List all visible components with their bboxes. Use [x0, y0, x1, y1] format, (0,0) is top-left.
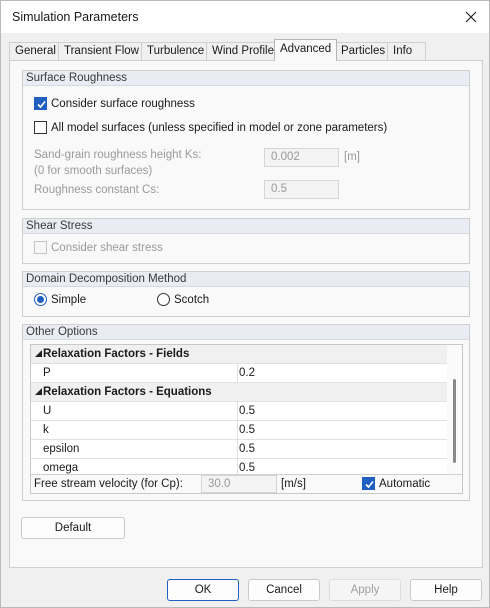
consider-surface-roughness-label: Consider surface roughness: [51, 97, 195, 110]
property-value[interactable]: 0.5: [239, 424, 255, 436]
free-stream-input[interactable]: 30.0: [201, 475, 277, 493]
tab-strip: General Transient Flow Turbulence Wind P…: [9, 39, 483, 61]
section-label: Relaxation Factors - Fields: [43, 348, 190, 360]
cs-label: Roughness constant Cs:: [34, 184, 160, 196]
free-stream-row: Free stream velocity (for Cp): 30.0 [m/s…: [31, 474, 462, 493]
cancel-button[interactable]: Cancel: [248, 579, 320, 601]
ks-unit: [m]: [344, 151, 360, 163]
property-name: U: [43, 405, 52, 417]
ks-input[interactable]: 0.002: [264, 148, 339, 167]
collapse-triangle-icon[interactable]: [34, 387, 43, 396]
checkbox-checked-icon: [362, 477, 375, 490]
collapse-triangle-icon[interactable]: [34, 349, 43, 358]
column-divider: [237, 364, 238, 383]
checkbox-checked-icon: [34, 97, 47, 110]
checkbox-unchecked-icon: [34, 121, 47, 134]
column-divider: [237, 440, 238, 459]
property-name: epsilon: [43, 443, 80, 455]
section-row-equations[interactable]: Relaxation Factors - Equations: [31, 383, 447, 402]
free-stream-label: Free stream velocity (for Cp):: [34, 478, 183, 490]
consider-shear-stress-label: Consider shear stress: [51, 241, 163, 254]
all-model-surfaces-checkbox[interactable]: All model surfaces (unless specified in …: [34, 121, 387, 134]
simple-radio-label: Simple: [51, 293, 87, 306]
apply-button[interactable]: Apply: [329, 579, 401, 601]
property-value[interactable]: 0.2: [239, 367, 255, 379]
table-row[interactable]: U 0.5: [31, 402, 447, 421]
property-value[interactable]: 0.5: [239, 443, 255, 455]
simple-radio[interactable]: Simple: [34, 293, 86, 306]
domain-decomposition-group: Domain Decomposition Method Simple Scotc…: [22, 271, 470, 317]
ok-button[interactable]: OK: [167, 579, 239, 601]
tab-transient-flow[interactable]: Transient Flow: [58, 42, 145, 61]
scotch-radio-label: Scotch: [174, 293, 210, 306]
simulation-parameters-dialog: Simulation Parameters General Transient …: [0, 0, 490, 608]
tab-info[interactable]: Info: [387, 42, 426, 61]
section-row-fields[interactable]: Relaxation Factors - Fields: [31, 345, 447, 364]
tab-particles[interactable]: Particles: [335, 42, 392, 61]
cs-input[interactable]: 0.5: [264, 180, 339, 199]
property-name: omega: [43, 462, 79, 474]
other-options-header: Other Options: [23, 325, 469, 340]
advanced-panel: Surface Roughness Consider surface rough…: [9, 60, 483, 568]
property-name: k: [43, 424, 49, 436]
automatic-label: Automatic: [379, 477, 431, 490]
radio-unselected-icon: [157, 293, 170, 306]
section-label: Relaxation Factors - Equations: [43, 386, 212, 398]
property-grid[interactable]: Relaxation Factors - Fields P 0.2 Relaxa…: [30, 344, 463, 494]
table-row[interactable]: k 0.5: [31, 421, 447, 440]
radio-selected-icon: [34, 293, 47, 306]
help-button[interactable]: Help: [410, 579, 482, 601]
free-stream-unit: [m/s]: [281, 478, 306, 490]
tab-general[interactable]: General: [9, 42, 62, 61]
column-divider: [237, 421, 238, 440]
surface-roughness-header: Surface Roughness: [23, 71, 469, 86]
property-value[interactable]: 0.5: [239, 462, 255, 474]
property-value[interactable]: 0.5: [239, 405, 255, 417]
column-divider: [237, 402, 238, 421]
domain-decomposition-header: Domain Decomposition Method: [23, 272, 469, 287]
close-icon[interactable]: [461, 7, 481, 27]
tab-turbulence[interactable]: Turbulence: [141, 42, 211, 61]
title-bar: Simulation Parameters: [1, 1, 489, 33]
other-options-group: Other Options Relaxation Factors - Field…: [22, 324, 470, 501]
checkbox-disabled-icon: [34, 241, 47, 254]
property-name: P: [43, 367, 51, 379]
ks-sublabel: (0 for smooth surfaces): [34, 165, 153, 177]
default-button[interactable]: Default: [21, 517, 125, 539]
consider-shear-stress-checkbox[interactable]: Consider shear stress: [34, 241, 163, 254]
shear-stress-group: Shear Stress Consider shear stress: [22, 218, 470, 264]
consider-surface-roughness-checkbox[interactable]: Consider surface roughness: [34, 97, 195, 110]
table-row[interactable]: epsilon 0.5: [31, 440, 447, 459]
surface-roughness-group: Surface Roughness Consider surface rough…: [22, 70, 470, 210]
all-model-surfaces-label: All model surfaces (unless specified in …: [51, 121, 388, 134]
window-title: Simulation Parameters: [12, 10, 139, 24]
table-row[interactable]: P 0.2: [31, 364, 447, 383]
tab-advanced[interactable]: Advanced: [274, 39, 338, 61]
scrollbar-thumb[interactable]: [453, 379, 456, 463]
tab-wind-profile[interactable]: Wind Profile: [206, 42, 280, 61]
scotch-radio[interactable]: Scotch: [157, 293, 209, 306]
automatic-checkbox[interactable]: Automatic: [362, 477, 430, 490]
ks-label: Sand-grain roughness height Ks:: [34, 149, 202, 161]
shear-stress-header: Shear Stress: [23, 219, 469, 234]
